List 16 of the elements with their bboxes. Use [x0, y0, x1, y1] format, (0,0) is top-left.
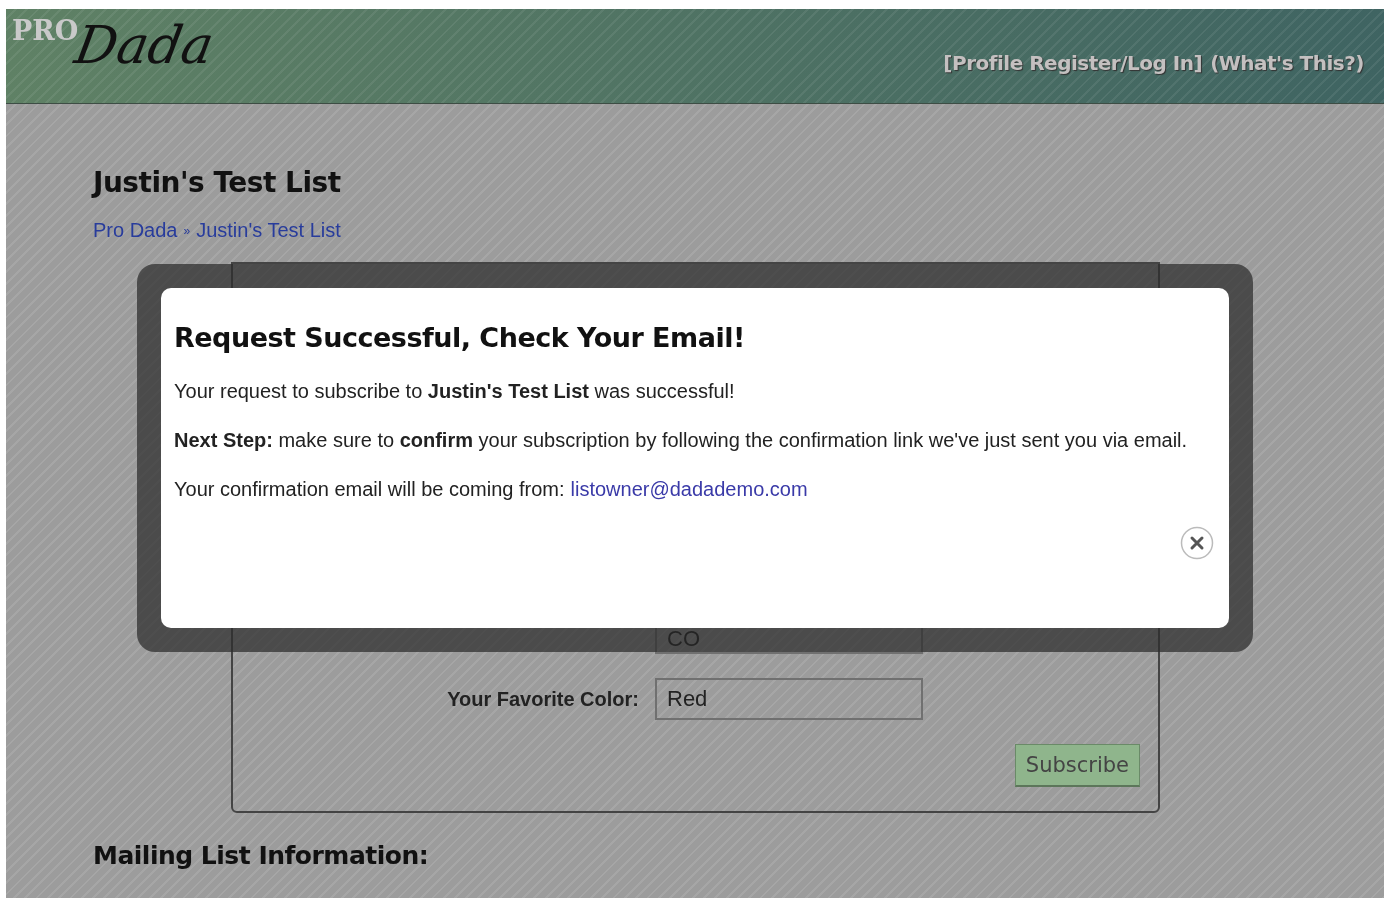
breadcrumb-link[interactable]: Justin's Test List [196, 219, 341, 242]
header-link[interactable]: (What's This?) [1210, 51, 1364, 75]
subscribe-button[interactable]: Subscribe [1014, 744, 1140, 787]
breadcrumb-link[interactable]: Pro Dada [93, 219, 178, 242]
email-link[interactable]: listowner@dadademo.com [570, 478, 808, 500]
field-label: Your Favorite Color: [447, 687, 639, 710]
dialog-text: Your confirmation email will be coming from: [174, 478, 565, 500]
dialog-text: Next Step: make sure to confirm your subscription by following the confirmation link we've just sent you via email. [174, 428, 1189, 453]
dialog-title: Request Successful, Check Your Email! [174, 322, 746, 353]
section-heading: Mailing List Information: [93, 841, 430, 870]
dialog-text: Your request to subscribe to Justin's Test List was successful! [174, 379, 736, 404]
page-title: Justin's Test List [93, 165, 342, 199]
close-icon[interactable] [1180, 526, 1214, 560]
breadcrumb-separator: » [183, 223, 191, 238]
input-field[interactable]: Red [655, 678, 923, 720]
header-link[interactable]: [Profile Register/Log In] [943, 51, 1203, 75]
